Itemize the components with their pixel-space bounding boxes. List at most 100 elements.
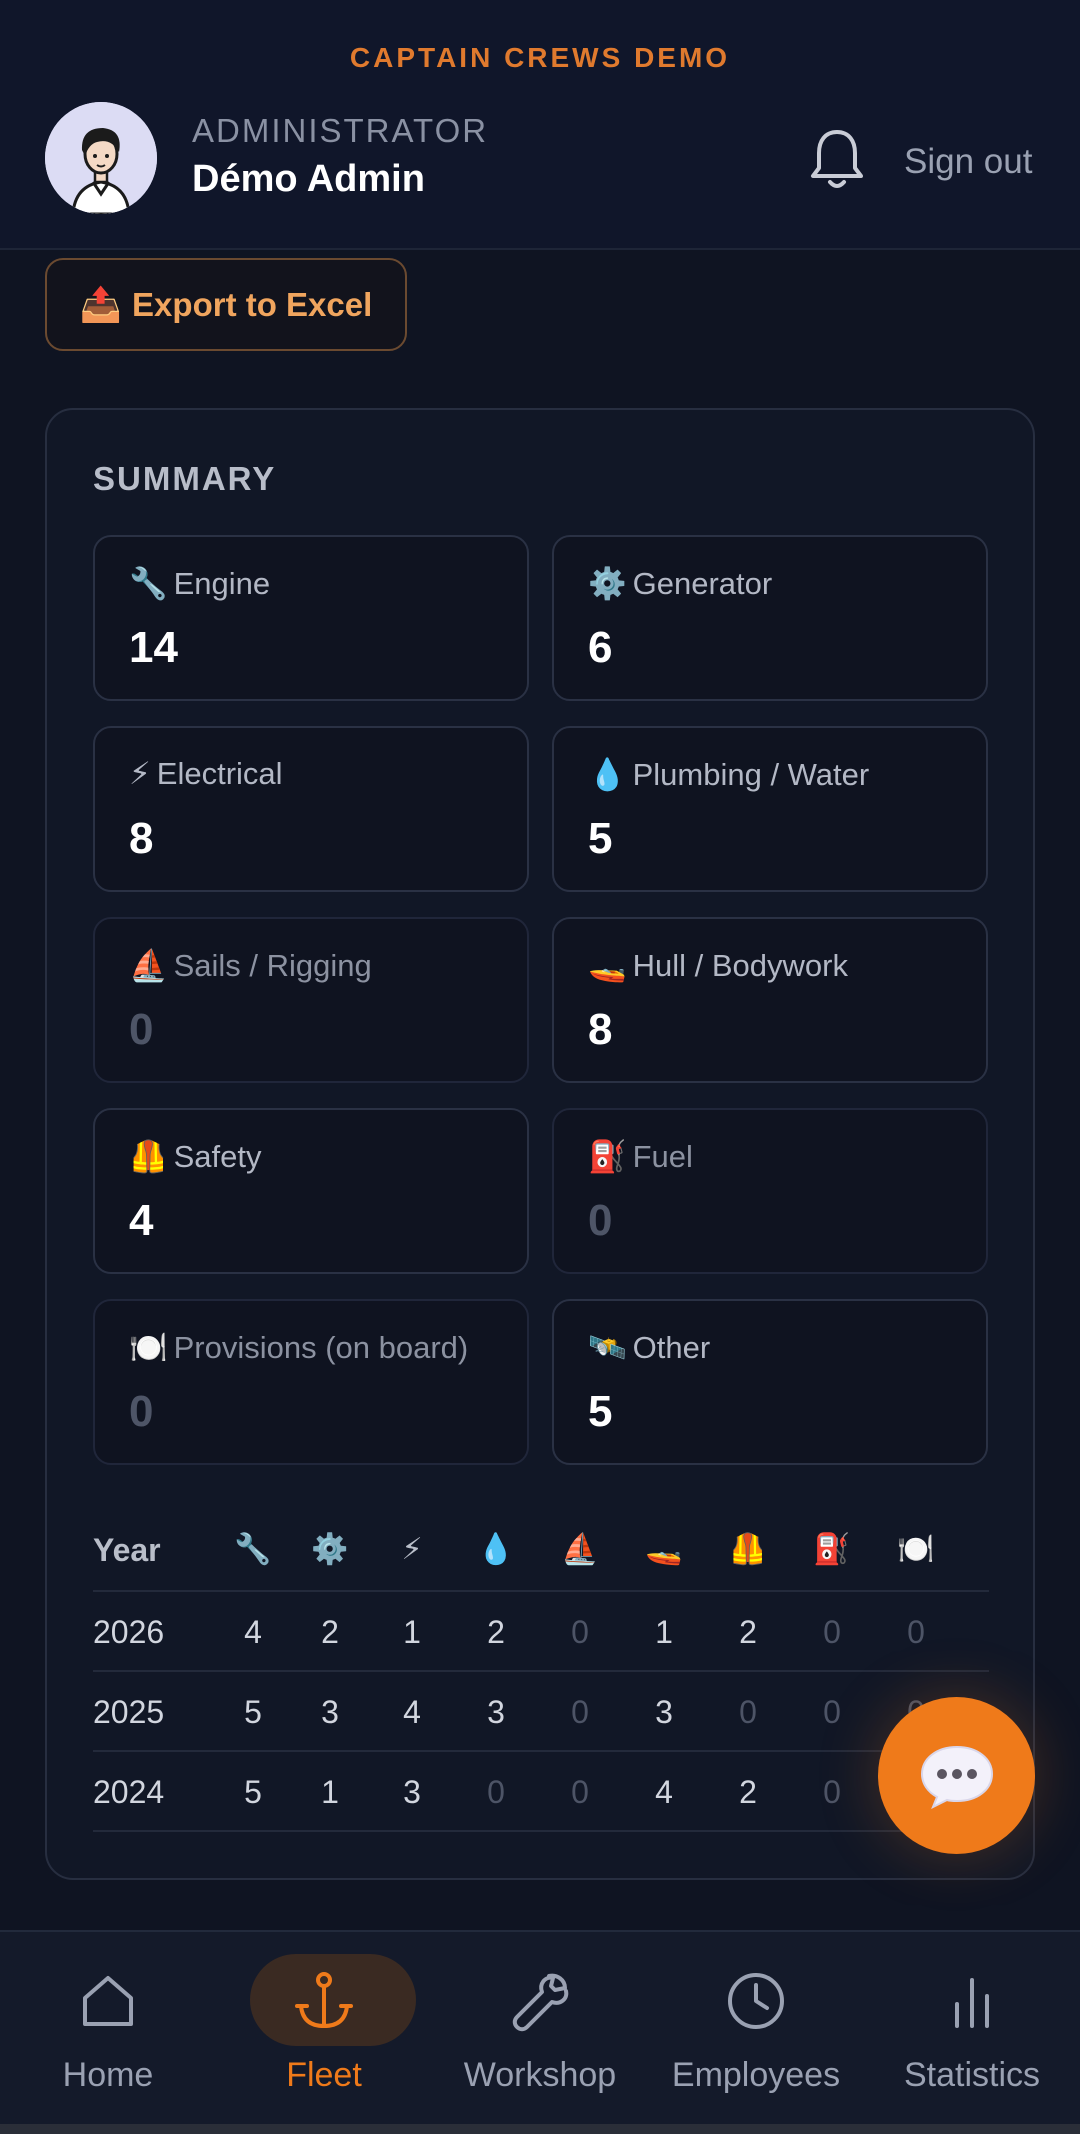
table-row: 2024 5 1 3 0 0 4 2 0 0 xyxy=(93,1752,989,1832)
avatar[interactable] xyxy=(45,102,157,214)
nav-label: Employees xyxy=(671,2056,841,2094)
nav-label: Statistics xyxy=(903,2056,1041,2094)
user-avatar-illustration xyxy=(45,102,157,214)
nav-item-fleet[interactable]: Fleet xyxy=(216,1932,432,2126)
fuel-pump-icon: ⛽ xyxy=(813,1533,851,1566)
count-cell: 0 xyxy=(823,1694,841,1730)
tile-label: Safety xyxy=(173,1139,262,1174)
count-cell: 0 xyxy=(571,1614,589,1650)
nav-item-employees[interactable]: Employees xyxy=(648,1932,864,2126)
count-cell: 2 xyxy=(739,1774,757,1810)
summary-card: SUMMARY 🔧 Engine 14 ⚙️ Generator 6 ⚡ Electr… xyxy=(45,408,1035,1880)
brand-title: CAPTAIN CREWS DEMO xyxy=(349,42,731,73)
satellite-icon: 🛰️ xyxy=(588,1330,627,1365)
nav-label: Fleet xyxy=(286,2056,362,2094)
count-cell: 3 xyxy=(487,1694,505,1730)
year-cell: 2026 xyxy=(93,1614,165,1650)
bell-icon[interactable] xyxy=(808,126,866,192)
sign-out-link[interactable]: Sign out xyxy=(904,142,1032,182)
nav-label: Workshop xyxy=(463,2056,617,2094)
chat-button[interactable] xyxy=(878,1697,1035,1854)
nav-label: Home xyxy=(62,2056,154,2094)
count-cell: 0 xyxy=(907,1614,925,1650)
tile-label: Hull / Bodywork xyxy=(632,948,848,983)
tile-label: Fuel xyxy=(632,1139,693,1174)
tile-label: Other xyxy=(632,1330,711,1365)
count-cell: 0 xyxy=(571,1774,589,1810)
tile-label: Engine xyxy=(173,566,271,601)
fuel-pump-icon: ⛽ xyxy=(588,1139,627,1174)
anchor-icon xyxy=(295,1972,353,2029)
speedboat-icon: 🚤 xyxy=(588,948,627,983)
count-cell: 4 xyxy=(244,1614,262,1650)
nav-item-workshop[interactable]: Workshop xyxy=(432,1932,648,2126)
tile-value: 0 xyxy=(129,1005,154,1054)
bottom-navigation: Home Fleet Workshop Employees Statistics xyxy=(0,1930,1080,2124)
tile-value: 14 xyxy=(129,623,178,672)
lightning-icon: ⚡ xyxy=(401,1533,423,1566)
safety-vest-icon: 🦺 xyxy=(729,1533,767,1566)
tile-label: Electrical xyxy=(156,756,283,791)
tile-label: Generator xyxy=(632,566,773,601)
table-header-row: Year 🔧 ⚙️ ⚡ 💧 ⛵ 🚤 🦺 ⛽ 🍽️ xyxy=(93,1510,989,1592)
bar-chart-icon xyxy=(955,1978,989,2028)
count-cell: 3 xyxy=(321,1694,339,1730)
tile-value: 6 xyxy=(588,623,613,672)
tile-value: 8 xyxy=(129,814,154,863)
user-role: ADMINISTRATOR xyxy=(192,112,489,149)
count-cell: 5 xyxy=(244,1774,262,1810)
summary-tile-electrical[interactable]: ⚡ Electrical 8 xyxy=(93,726,529,892)
year-cell: 2025 xyxy=(93,1694,165,1730)
lightning-icon: ⚡ xyxy=(129,756,151,791)
summary-tile-other[interactable]: 🛰️ Other 5 xyxy=(552,1299,988,1465)
tile-label: Plumbing / Water xyxy=(632,757,870,792)
wrench-icon: 🔧 xyxy=(234,1533,272,1566)
tile-label: Sails / Rigging xyxy=(173,948,372,983)
summary-tile-safety[interactable]: 🦺 Safety 4 xyxy=(93,1108,529,1274)
year-cell: 2024 xyxy=(93,1774,165,1810)
count-cell: 0 xyxy=(487,1774,505,1810)
droplet-icon: 💧 xyxy=(588,757,627,792)
count-cell: 1 xyxy=(403,1614,421,1650)
year-column-header: Year xyxy=(93,1532,161,1568)
gear-icon: ⚙️ xyxy=(311,1533,349,1566)
summary-tile-fuel[interactable]: ⛽ Fuel 0 xyxy=(552,1108,988,1274)
wrench-icon: 🔧 xyxy=(129,566,168,601)
count-cell: 0 xyxy=(739,1694,757,1730)
user-name: Démo Admin xyxy=(192,158,425,200)
tile-value: 8 xyxy=(588,1005,613,1054)
droplet-icon: 💧 xyxy=(477,1533,515,1566)
tile-value: 0 xyxy=(129,1387,154,1436)
nav-item-statistics[interactable]: Statistics xyxy=(864,1932,1080,2126)
summary-tile-engine[interactable]: 🔧 Engine 14 xyxy=(93,535,529,701)
tile-value: 5 xyxy=(588,814,613,863)
summary-tile-plumbing[interactable]: 💧 Plumbing / Water 5 xyxy=(552,726,988,892)
count-cell: 3 xyxy=(403,1774,421,1810)
count-cell: 0 xyxy=(571,1694,589,1730)
count-cell: 4 xyxy=(403,1694,421,1730)
nav-item-home[interactable]: Home xyxy=(0,1932,216,2126)
sailboat-icon: ⛵ xyxy=(561,1533,599,1566)
clock-icon xyxy=(728,1973,784,2029)
summary-tile-hull[interactable]: 🚤 Hull / Bodywork 8 xyxy=(552,917,988,1083)
tile-label: Provisions (on board) xyxy=(173,1330,469,1365)
export-to-excel-button[interactable]: 📤 Export to Excel xyxy=(45,258,407,351)
speech-bubble-icon xyxy=(920,1745,993,1809)
count-cell: 1 xyxy=(321,1774,339,1810)
count-cell: 5 xyxy=(244,1694,262,1730)
tile-value: 0 xyxy=(588,1196,613,1245)
sailboat-icon: ⛵ xyxy=(129,948,168,983)
count-cell: 1 xyxy=(655,1614,673,1650)
speedboat-icon: 🚤 xyxy=(645,1533,683,1566)
summary-tile-generator[interactable]: ⚙️ Generator 6 xyxy=(552,535,988,701)
home-icon xyxy=(83,1976,133,2026)
outbox-tray-icon: 📤 xyxy=(79,285,123,324)
summary-tile-provisions[interactable]: 🍽️ Provisions (on board) 0 xyxy=(93,1299,529,1465)
count-cell: 0 xyxy=(823,1614,841,1650)
tile-value: 5 xyxy=(588,1387,613,1436)
summary-tile-sails[interactable]: ⛵ Sails / Rigging 0 xyxy=(93,917,529,1083)
count-cell: 4 xyxy=(655,1774,673,1810)
gear-icon: ⚙️ xyxy=(588,566,627,601)
count-cell: 0 xyxy=(823,1774,841,1810)
wrench-icon xyxy=(512,1973,569,2032)
